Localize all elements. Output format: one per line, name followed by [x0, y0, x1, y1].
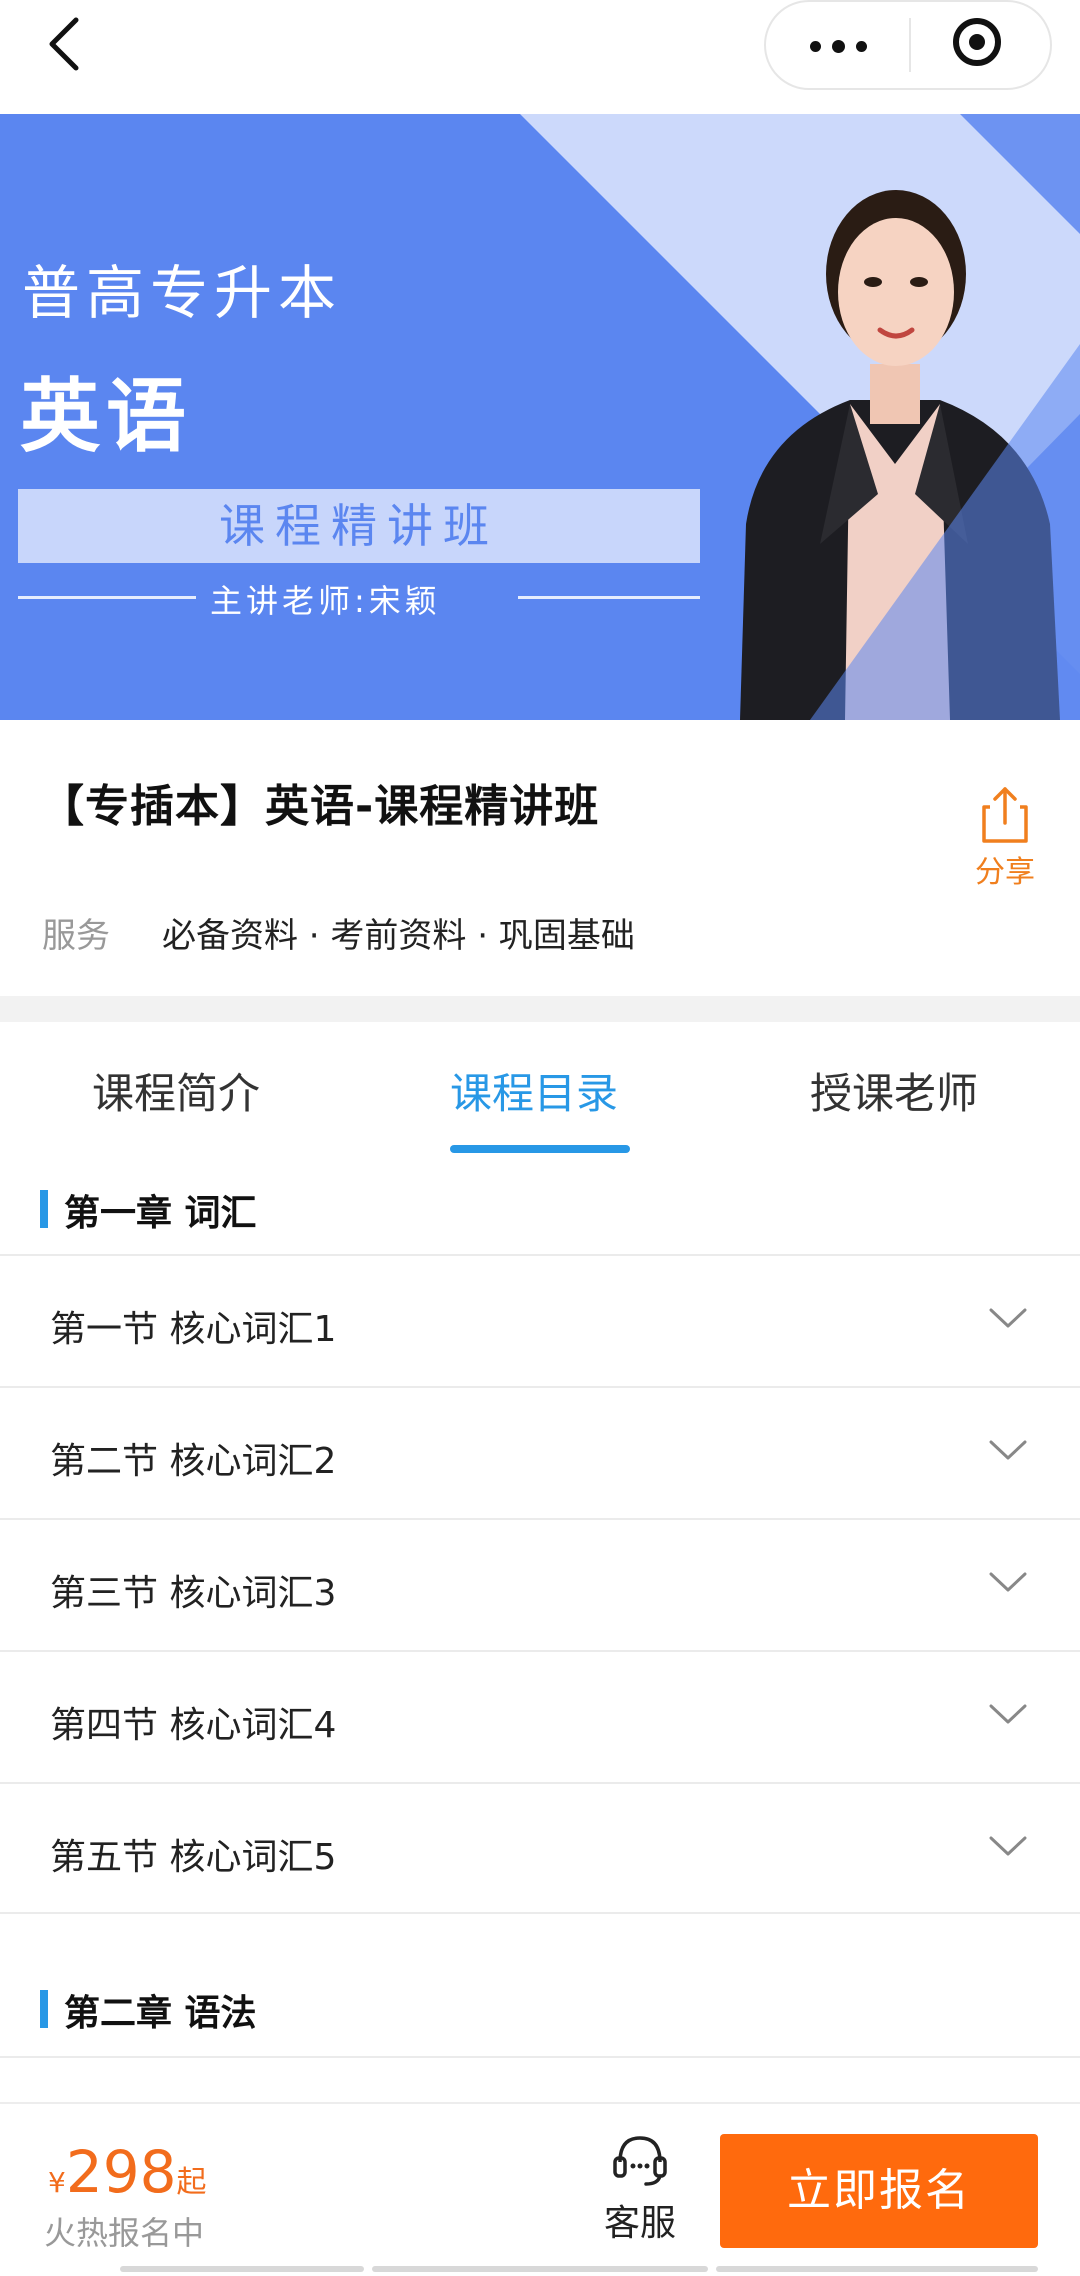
more-dots-icon	[810, 41, 821, 52]
tab-teachers[interactable]: 授课老师	[810, 1060, 978, 1121]
lesson-title: 第四节 核心词汇4	[50, 1705, 337, 1746]
chevron-down-icon	[989, 1836, 1027, 1856]
price-currency: ¥	[48, 2166, 66, 2199]
list-divider	[0, 2056, 1080, 2058]
banner-teacher: 主讲老师:宋颖	[210, 582, 441, 620]
customer-service-button[interactable]: 客服	[590, 2130, 690, 2244]
service-value: 必备资料 · 考前资料 · 巩固基础	[162, 916, 635, 956]
lesson-title: 第五节 核心词汇5	[50, 1837, 337, 1878]
tab-course-intro[interactable]: 课程简介	[92, 1060, 260, 1121]
bottom-action-bar: ¥298起 火热报名中 客服 立即报名	[0, 2102, 1080, 2276]
scroll-indicator	[120, 2266, 364, 2272]
banner-subject: 英语	[20, 370, 192, 463]
banner-rule-left	[18, 596, 196, 599]
customer-service-label: 客服	[603, 2203, 676, 2244]
lesson-title: 第二节 核心词汇2	[50, 1441, 337, 1482]
lesson-row[interactable]: 第三节 核心词汇3	[0, 1518, 1080, 1648]
lesson-row[interactable]: 第四节 核心词汇4	[0, 1650, 1080, 1780]
back-button[interactable]	[40, 14, 100, 74]
lesson-title: 第一节 核心词汇1	[50, 1309, 337, 1350]
lesson-title: 第三节 核心词汇3	[50, 1573, 337, 1614]
mini-program-capsule	[764, 0, 1052, 90]
share-label: 分享	[975, 855, 1035, 890]
chapter-title: 第一章 词汇	[64, 1193, 257, 1234]
course-title: 【专插本】英语-课程精讲班	[40, 781, 600, 832]
list-divider	[0, 1912, 1080, 1914]
banner-class-box: 课程精讲班	[18, 489, 700, 563]
chevron-down-icon	[989, 1572, 1027, 1592]
chapter-marker	[40, 1190, 48, 1228]
chevron-down-icon	[989, 1308, 1027, 1328]
section-divider	[0, 996, 1080, 1022]
lesson-row[interactable]: 第二节 核心词汇2	[0, 1386, 1080, 1516]
banner-subtitle: 普高专升本	[22, 259, 343, 327]
lesson-row[interactable]: 第五节 核心词汇5	[0, 1782, 1080, 1912]
hot-status: 火热报名中	[44, 2214, 205, 2252]
chapter-title: 第二章 语法	[64, 1993, 257, 2034]
service-label: 服务	[42, 916, 110, 956]
close-miniprogram-button[interactable]	[911, 2, 1050, 88]
more-button[interactable]	[766, 2, 909, 88]
course-banner: 普高专升本 英语 课程精讲班 主讲老师:宋颖	[0, 114, 1080, 720]
chapter-marker	[40, 1990, 48, 2028]
scroll-indicator	[716, 2266, 1038, 2272]
share-button[interactable]: 分享	[960, 785, 1050, 895]
teacher-portrait	[740, 190, 1080, 720]
lesson-row[interactable]: 第一节 核心词汇1	[0, 1254, 1080, 1384]
headset-icon	[613, 2136, 667, 2186]
banner-rule-right	[518, 596, 700, 599]
share-icon	[982, 787, 1028, 843]
price: ¥298起	[48, 2138, 207, 2206]
price-value: 298	[65, 2138, 177, 2206]
chevron-left-icon	[49, 17, 79, 71]
tab-course-catalog[interactable]: 课程目录	[450, 1060, 618, 1121]
scroll-indicator	[372, 2266, 708, 2272]
top-nav-bar	[0, 0, 1080, 114]
chevron-down-icon	[989, 1704, 1027, 1724]
signup-button[interactable]: 立即报名	[720, 2134, 1038, 2248]
active-tab-indicator	[450, 1145, 630, 1153]
price-suffix: 起	[176, 2165, 207, 2200]
chevron-down-icon	[989, 1440, 1027, 1460]
